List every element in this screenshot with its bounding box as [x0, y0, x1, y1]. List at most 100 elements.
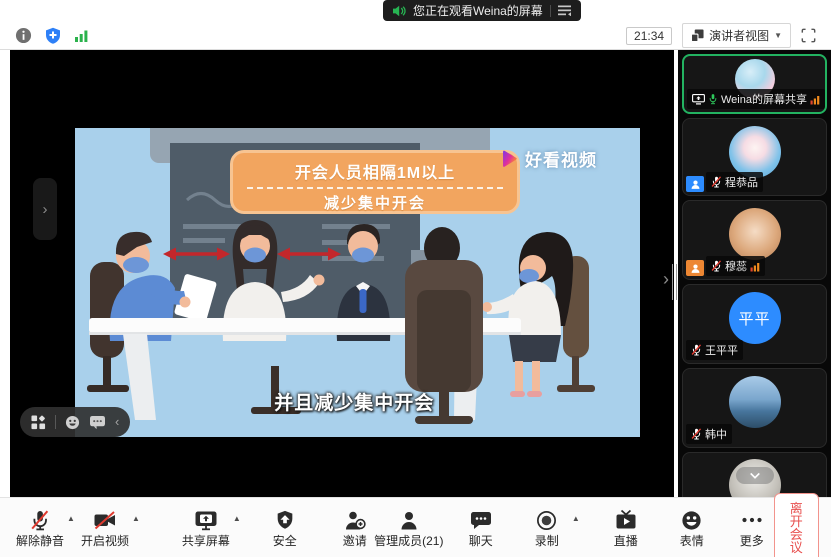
banner-dashed-divider [247, 187, 503, 189]
mic-on-icon [708, 93, 718, 105]
camera-off-icon [93, 509, 117, 532]
manage-participants-button[interactable]: 管理成员(21) [387, 509, 431, 547]
start-video-button[interactable]: 开启视频 [81, 509, 129, 547]
chevron-right-icon: › [43, 201, 48, 218]
participant-namebar: 穆蕊 [706, 256, 765, 276]
video-caption-banner: 开会人员相隔1M以上 减少集中开会 [230, 150, 520, 214]
security-button[interactable]: 安全 [263, 509, 307, 547]
notification-text: 您正在观看Weina的屏幕 [413, 2, 543, 19]
participant-namebar: 王平平 [686, 340, 743, 360]
layout-tiles-icon[interactable] [31, 415, 46, 430]
record-icon [535, 509, 558, 532]
banner-line1: 开会人员相隔1M以上 [233, 159, 517, 183]
reactions-label: 表情 [680, 535, 704, 547]
signal-bars-icon [750, 261, 760, 272]
participant-tile-wangpingping[interactable]: 平平 王平平 [682, 284, 827, 364]
pill-divider [55, 415, 56, 429]
participant-tile-murui[interactable]: 穆蕊 [682, 200, 827, 280]
screen-share-icon [692, 94, 705, 105]
participant-tile-hanzhong[interactable]: 韩中 [682, 368, 827, 448]
scroll-more-participants-button[interactable] [736, 467, 774, 484]
shared-screen-stage: › [10, 50, 674, 497]
connection-signal-icon[interactable] [74, 28, 89, 43]
mic-muted-icon [28, 509, 52, 532]
live-tv-icon [614, 509, 638, 532]
chevron-left-icon[interactable]: ‹ [115, 415, 119, 428]
shield-icon [274, 509, 296, 532]
avatar-initials: 平平 [729, 292, 781, 344]
avatar-text: 平平 [738, 308, 770, 329]
participants-sidebar: Weina的屏幕共享 [678, 50, 831, 497]
unmute-button[interactable]: 解除静音 [16, 509, 64, 547]
watching-screen-notification: 您正在观看Weina的屏幕 [383, 0, 581, 21]
notification-bar: 您正在观看Weina的屏幕 [0, 0, 831, 22]
participant-tile-more[interactable] [682, 452, 827, 497]
chevron-down-icon [749, 472, 761, 480]
layout-view-icon [691, 29, 704, 42]
avatar-baby-photo [729, 208, 781, 260]
shared-video-content: 开会人员相隔1M以上 减少集中开会 好看视频 并 [75, 128, 640, 437]
speaker-icon [392, 5, 406, 17]
participant-tile-chenggongpin[interactable]: 程恭品 [682, 118, 827, 196]
encryption-shield-icon[interactable] [45, 27, 61, 44]
chat-button[interactable]: 聊天 [459, 509, 503, 547]
security-label: 安全 [273, 535, 297, 547]
invite-label: 邀请 [343, 535, 367, 547]
player-controls-pill: ‹ [20, 407, 130, 437]
video-platform-logo: 好看视频 [498, 146, 597, 171]
leave-meeting-button[interactable]: 离开会议 [774, 493, 819, 557]
start-video-label: 开启视频 [81, 535, 129, 547]
participant-name: 程恭品 [725, 174, 758, 190]
more-button[interactable]: 更多 [730, 509, 774, 547]
mic-muted-icon [691, 344, 702, 356]
live-stream-button[interactable]: 直播 [604, 509, 648, 547]
video-options-caret[interactable]: ▲ [132, 515, 140, 523]
person-icon [690, 263, 701, 274]
video-subtitle: 并且减少集中开会 [274, 388, 434, 415]
chat-bubble-icon [469, 509, 493, 532]
person-icon [690, 179, 701, 190]
reactions-button[interactable]: 表情 [670, 509, 714, 547]
avatar-scenery-photo [729, 376, 781, 428]
stage-sidebar-splitter[interactable] [672, 264, 677, 300]
fullscreen-icon[interactable] [801, 28, 816, 43]
role-badge-blue [686, 176, 704, 192]
avatar-opera-face [729, 126, 781, 178]
mic-muted-icon [711, 260, 722, 272]
view-mode-label: 演讲者视图 [709, 27, 769, 44]
play-logo-icon [498, 148, 520, 170]
live-stream-label: 直播 [614, 535, 638, 547]
chevron-right-icon[interactable]: › [663, 270, 669, 288]
left-panel-expand-tab[interactable]: › [33, 178, 57, 240]
meeting-toolbar: 解除静音 ▲ 开启视频 ▲ [0, 497, 831, 557]
role-badge-orange [686, 260, 704, 276]
notification-divider [550, 5, 551, 17]
share-screen-icon [194, 509, 218, 532]
view-mode-button[interactable]: 演讲者视图 ▼ [682, 23, 791, 48]
chat-label: 聊天 [469, 535, 493, 547]
controls-right: 21:34 演讲者视图 ▼ [626, 23, 816, 48]
meeting-info-icon[interactable] [15, 27, 32, 44]
share-screen-button[interactable]: 共享屏幕 [182, 509, 230, 547]
banner-line2: 减少集中开会 [233, 192, 517, 213]
logo-text: 好看视频 [525, 146, 597, 171]
invite-person-icon [343, 509, 367, 532]
smiley-icon[interactable] [65, 415, 80, 430]
meeting-clock: 21:34 [626, 27, 672, 45]
mic-muted-icon [711, 176, 722, 188]
meeting-controls-bar: 21:34 演讲者视图 ▼ [0, 22, 831, 50]
participant-name: 韩中 [705, 426, 727, 442]
hamburger-menu-icon[interactable] [558, 5, 572, 16]
participants-icon [397, 509, 421, 532]
share-options-caret[interactable]: ▲ [233, 515, 241, 523]
record-button[interactable]: 录制 [525, 509, 569, 547]
record-options-caret[interactable]: ▲ [572, 515, 580, 523]
participant-tile-weina[interactable]: Weina的屏幕共享 [682, 54, 827, 114]
manage-participants-label: 管理成员(21) [374, 535, 443, 547]
emoji-icon [680, 509, 703, 532]
view-dropdown-caret: ▼ [774, 31, 782, 40]
invite-button[interactable]: 邀请 [333, 509, 377, 547]
controls-left [15, 27, 89, 44]
danmu-comment-icon[interactable] [89, 415, 106, 430]
audio-options-caret[interactable]: ▲ [67, 515, 75, 523]
